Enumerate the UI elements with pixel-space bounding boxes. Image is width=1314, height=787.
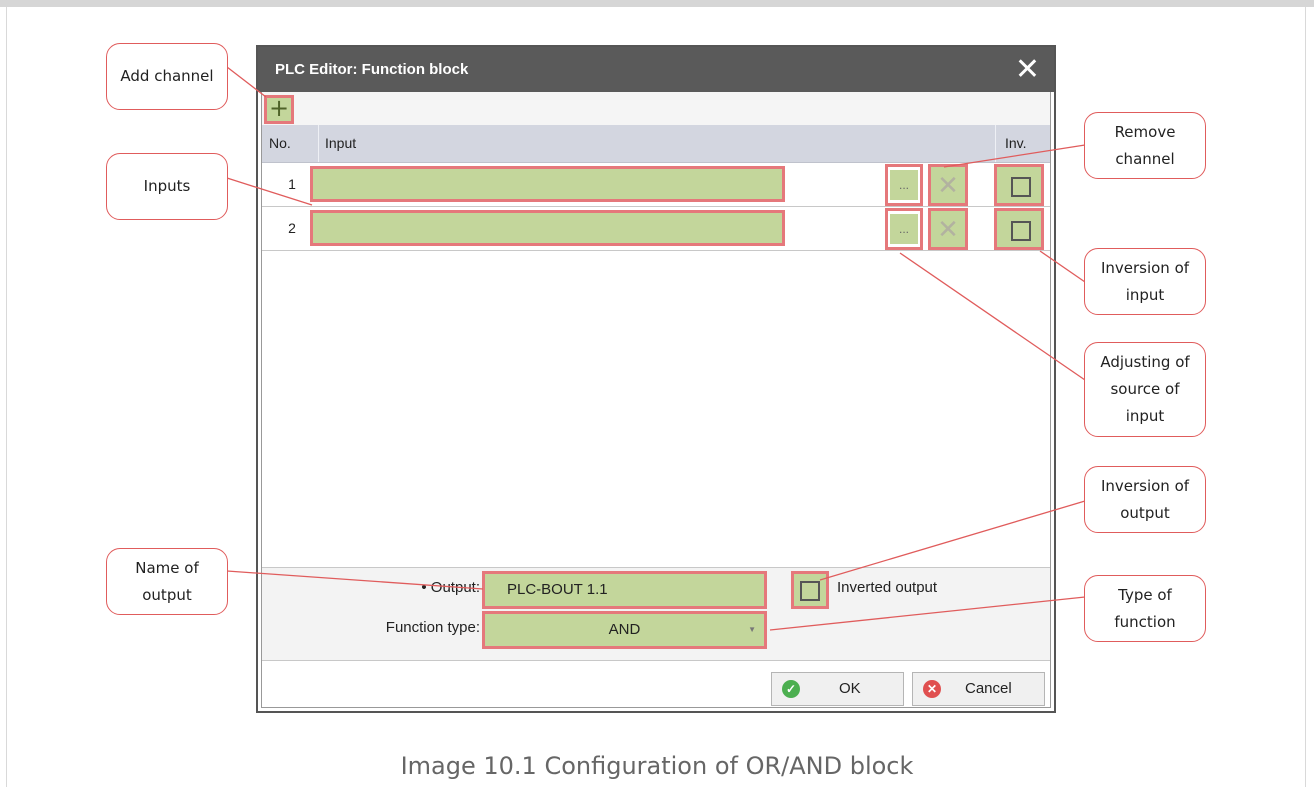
inversion-cell xyxy=(994,164,1044,206)
ellipsis-button[interactable]: ... xyxy=(890,214,918,244)
callout-text: input xyxy=(1125,407,1165,425)
plc-editor-dialog: PLC Editor: Function block ✕ + No. Input… xyxy=(256,45,1056,713)
callout-text: Add channel xyxy=(120,67,214,85)
callout-text: output xyxy=(142,585,192,604)
function-type-select[interactable]: AND ▼ xyxy=(482,611,767,649)
callout-text: Type of xyxy=(1118,585,1172,604)
check-icon: ✓ xyxy=(782,680,800,698)
callout-text: channel xyxy=(1115,149,1175,168)
ellipsis-button[interactable]: ... xyxy=(890,170,918,200)
callout-text: function xyxy=(1114,612,1176,631)
table-row: 1 ... ✕ xyxy=(262,163,1050,207)
column-no: No. xyxy=(269,135,291,151)
callout-inversion-output: Inversion of output xyxy=(1084,466,1206,533)
inversion-cell xyxy=(994,208,1044,250)
cancel-button[interactable]: ✕ Cancel xyxy=(912,672,1045,706)
cancel-icon: ✕ xyxy=(923,680,941,698)
callout-text: Adjusting of xyxy=(1100,353,1190,371)
inverted-output-cell xyxy=(791,571,829,609)
callout-text: input xyxy=(1125,285,1165,304)
function-type-value: AND xyxy=(608,621,641,638)
row-number: 1 xyxy=(288,176,296,192)
close-icon[interactable]: ✕ xyxy=(1015,47,1040,92)
callout-name-output: Name of output xyxy=(106,548,228,615)
remove-channel-button[interactable]: ✕ xyxy=(928,208,968,250)
inverted-output-label: Inverted output xyxy=(837,579,938,596)
dialog-titlebar: PLC Editor: Function block ✕ xyxy=(258,47,1054,92)
callout-inputs: Inputs xyxy=(106,153,228,220)
top-border xyxy=(0,0,1314,7)
output-label: • Output: xyxy=(421,579,480,596)
column-input: Input xyxy=(325,135,357,151)
callout-text: output xyxy=(1120,503,1170,522)
adjust-source-button[interactable]: ... xyxy=(885,164,923,206)
column-separator xyxy=(318,125,319,162)
output-panel: • Output: PLC-BOUT 1.1 Inverted output F… xyxy=(262,567,1050,661)
inversion-checkbox[interactable] xyxy=(1011,221,1031,241)
callout-text: Inversion of xyxy=(1100,476,1190,495)
ok-button[interactable]: ✓ OK xyxy=(771,672,904,706)
row-number: 2 xyxy=(288,220,296,236)
column-inv: Inv. xyxy=(1005,135,1027,151)
callout-text: Inputs xyxy=(143,177,191,195)
callout-text: Remove xyxy=(1114,122,1176,141)
output-name-field[interactable]: PLC-BOUT 1.1 xyxy=(482,571,767,609)
add-channel-button[interactable]: + xyxy=(264,95,294,124)
ok-label: OK xyxy=(839,680,861,697)
callout-text: source of xyxy=(1110,380,1180,398)
grid-header: No. Input Inv. xyxy=(262,125,1050,163)
inverted-output-checkbox[interactable] xyxy=(800,581,820,601)
input-field[interactable] xyxy=(310,210,785,246)
adjust-source-button[interactable]: ... xyxy=(885,208,923,250)
cancel-label: Cancel xyxy=(965,680,1012,697)
callout-text: Name of xyxy=(135,558,199,577)
dialog-title: PLC Editor: Function block xyxy=(275,61,469,78)
remove-channel-button[interactable]: ✕ xyxy=(928,164,968,206)
callout-text: Inversion of xyxy=(1100,258,1190,277)
callout-remove-channel: Remove channel xyxy=(1084,112,1206,179)
chevron-down-icon: ▼ xyxy=(748,625,756,634)
inversion-checkbox[interactable] xyxy=(1011,177,1031,197)
toolbar: + xyxy=(262,92,1050,125)
callout-adjusting-source: Adjusting of source of input xyxy=(1084,342,1206,437)
table-row: 2 ... ✕ xyxy=(262,207,1050,251)
input-field[interactable] xyxy=(310,166,785,202)
callout-add-channel: Add channel xyxy=(106,43,228,110)
callout-type-function: Type of function xyxy=(1084,575,1206,642)
dialog-body: + No. Input Inv. 1 ... ✕ 2 ... ✕ • Outpu… xyxy=(261,92,1051,708)
figure-caption: Image 10.1 Configuration of OR/AND block xyxy=(400,752,914,780)
column-separator xyxy=(995,125,996,162)
callout-inversion-input: Inversion of input xyxy=(1084,248,1206,315)
function-type-label: Function type: xyxy=(385,619,480,636)
